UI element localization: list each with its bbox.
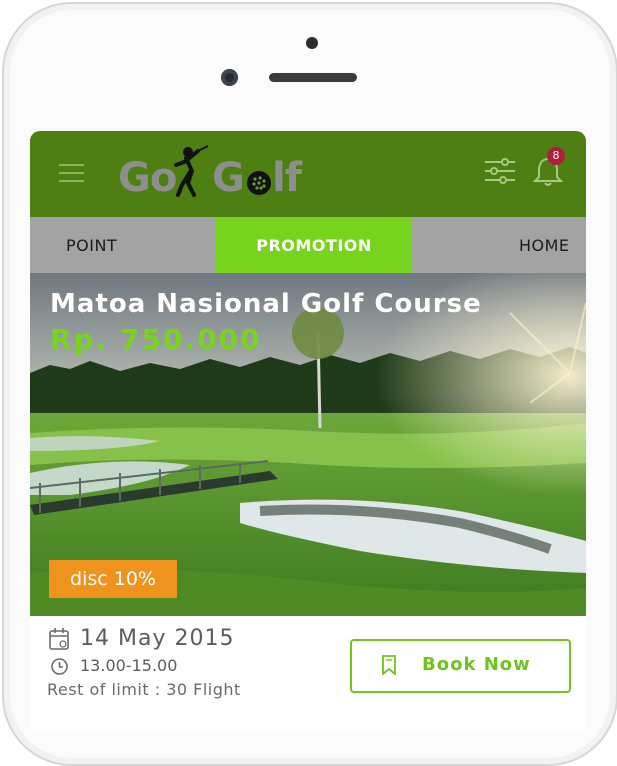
course-title: Matoa Nasional Golf Course [50,289,482,319]
front-camera [221,69,238,86]
tab-promotion[interactable]: PROMOTION [216,217,412,273]
course-price: Rp. 750.000 [50,323,262,356]
clock-icon [51,658,68,675]
menu-icon[interactable] [59,162,84,184]
discount-badge: disc 10% [49,560,177,598]
event-time: 13.00-15.00 [80,656,178,675]
logo-text-lf: lf [272,155,302,201]
notification-badge: 8 [547,147,565,165]
event-date: 14 May 2015 [80,626,235,651]
tab-home[interactable]: HOME [519,217,570,273]
book-now-button[interactable]: Book Now [350,639,571,693]
tab-bar: POINT PROMOTION HOME [30,217,586,273]
bookmark-icon [382,655,396,675]
golf-ball-icon [247,171,271,195]
golfer-icon [174,145,209,197]
app-screen: Go G lf 8 POINT PROMOTION HOME Matoa Nas… [30,131,586,731]
earpiece-speaker [269,73,357,82]
logo-text-g: G [212,155,245,201]
promo-image[interactable]: Matoa Nasional Golf Course Rp. 750.000 d… [30,273,586,616]
tab-point[interactable]: POINT [66,217,117,273]
app-logo: Go G lf [118,141,328,207]
promo-details: 14 May 2015 13.00-15.00 Rest of limit : … [30,616,586,731]
app-header: Go G lf 8 [30,131,586,217]
book-now-label: Book Now [422,654,531,675]
calendar-icon [49,628,69,650]
proximity-sensor [306,37,318,49]
filter-icon[interactable] [485,158,515,184]
rest-of-limit: Rest of limit : 30 Flight [47,680,241,699]
